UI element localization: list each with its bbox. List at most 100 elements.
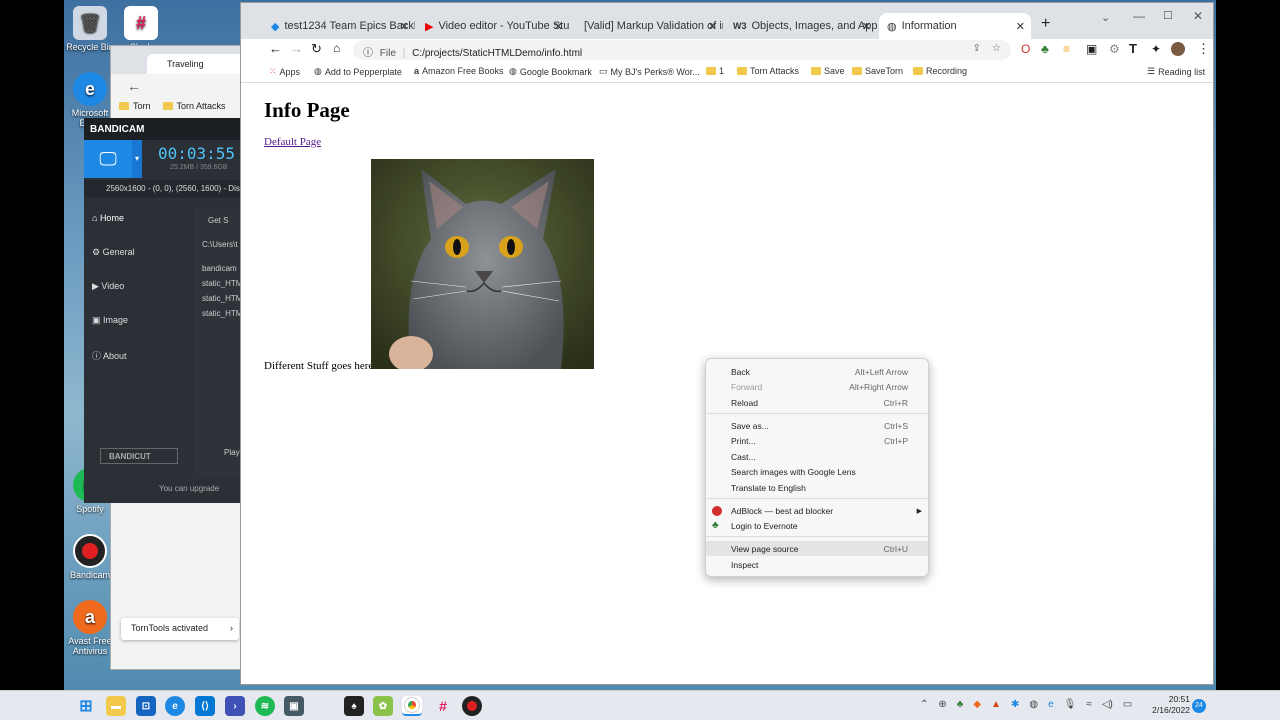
bandicut-button[interactable]: BANDICUT: [100, 448, 178, 464]
evernote-icon[interactable]: ♣: [1041, 42, 1049, 56]
home-icon[interactable]: ⌂: [333, 41, 340, 55]
reading-list-button[interactable]: ☰ Reading list: [1147, 66, 1205, 77]
menu-item-back[interactable]: Back Alt+Left Arrow: [706, 364, 928, 379]
bookmark-torn-attacks[interactable]: Torn Attacks: [177, 101, 226, 111]
menu-item-cast[interactable]: Cast...: [706, 449, 928, 464]
address-bar[interactable]: ⓘ File | C:/projects/StaticHTMLDemo/info…: [353, 40, 1011, 60]
screen-mode-button[interactable]: 🖵: [84, 140, 132, 178]
extension-icon[interactable]: ≡: [1063, 42, 1070, 56]
text-extension-icon[interactable]: T: [1129, 41, 1137, 56]
puzzle-icon[interactable]: ✦: [1151, 42, 1161, 56]
spotify-icon[interactable]: ≋: [255, 696, 275, 716]
edge-icon[interactable]: e: [165, 696, 185, 716]
file-item[interactable]: static_HTM: [202, 294, 242, 303]
tab-youtube-studio[interactable]: ▶Video editor - YouTube Studio✕: [417, 13, 569, 39]
start-icon[interactable]: ⊞: [76, 696, 96, 716]
close-icon[interactable]: ✕: [1016, 20, 1025, 33]
bookmark-apps[interactable]: ⁙ Apps: [269, 66, 300, 77]
menu-item-view-source[interactable]: View page source Ctrl+U: [706, 541, 928, 556]
star-icon[interactable]: ☆: [992, 43, 1001, 54]
menu-item-print[interactable]: Print... Ctrl+P: [706, 433, 928, 448]
bookmark-save[interactable]: Save: [811, 66, 845, 76]
close-icon[interactable]: ✕: [554, 20, 563, 33]
game-icon[interactable]: ✿: [373, 696, 393, 716]
minimize-button[interactable]: —: [1133, 9, 1145, 23]
file-explorer-icon[interactable]: ▬: [106, 696, 126, 716]
file-item[interactable]: static_HTM: [202, 309, 242, 318]
vscode-icon[interactable]: ⟨⟩: [195, 696, 215, 716]
chrome-icon[interactable]: [402, 696, 422, 716]
avast-tray-icon[interactable]: ◆: [973, 699, 981, 710]
camera-extension-icon[interactable]: ▣: [1086, 42, 1097, 56]
edge-tray-icon[interactable]: e: [1048, 699, 1054, 710]
kebab-menu-icon[interactable]: ⋮: [1197, 41, 1210, 57]
close-icon[interactable]: ✕: [400, 20, 409, 33]
nav-video[interactable]: ▶ Video: [92, 281, 124, 292]
tab-markup-validation[interactable]: [Valid] Markup Validation of in ✕: [571, 13, 723, 39]
tab-objects-images[interactable]: W3Objects, Images, and Applets i✕: [725, 13, 877, 39]
forward-arrow-icon[interactable]: →: [290, 41, 303, 56]
tab-information[interactable]: ◍ Information ✕: [879, 13, 1031, 39]
menu-item-adblock[interactable]: AdBlock — best ad blocker ▶: [706, 503, 928, 518]
bookmark-torn[interactable]: Torn: [133, 101, 151, 111]
file-item[interactable]: bandicam: [202, 264, 237, 273]
notification-badge[interactable]: 24: [1192, 699, 1206, 713]
chrome-tray-icon[interactable]: ◍: [1029, 699, 1038, 710]
solitaire-icon[interactable]: ♠: [344, 696, 364, 716]
new-tab-button[interactable]: +: [1041, 15, 1050, 33]
menu-item-evernote[interactable]: ♣ Login to Evernote: [706, 518, 928, 533]
nav-home[interactable]: ⌂ Home: [92, 213, 124, 223]
menu-item-google-lens[interactable]: Search images with Google Lens: [706, 464, 928, 479]
bookmark-torn-attacks[interactable]: Torn Attacks: [737, 66, 799, 76]
default-page-link[interactable]: Default Page: [264, 136, 321, 148]
tab-search-icon[interactable]: ⌄: [1101, 11, 1110, 24]
tray-app-icon[interactable]: ▲: [991, 699, 1001, 710]
opera-icon[interactable]: O: [1021, 42, 1030, 56]
menu-item-reload[interactable]: Reload Ctrl+R: [706, 395, 928, 410]
evernote-tray-icon[interactable]: ♣: [957, 699, 964, 710]
volume-icon[interactable]: ◁): [1102, 699, 1113, 710]
reload-icon[interactable]: ↻: [311, 41, 322, 57]
battery-icon[interactable]: ▭: [1123, 699, 1132, 710]
back-arrow-icon[interactable]: ←: [127, 78, 141, 94]
wifi-icon[interactable]: ≈: [1086, 699, 1092, 710]
back-arrow-icon[interactable]: ←: [269, 41, 282, 56]
photos-icon[interactable]: ▣: [284, 696, 304, 716]
bookmark-folder-1[interactable]: 1: [706, 66, 724, 76]
chevron-up-icon[interactable]: ⌃: [920, 699, 928, 710]
clock[interactable]: 20:51 2/16/2022: [1140, 694, 1190, 716]
nav-general[interactable]: ⚙ General: [92, 247, 135, 258]
tab-traveling[interactable]: Traveling: [147, 54, 243, 74]
bookmark-bjs-perks[interactable]: ▭ My BJ's Perks® Wor...: [599, 66, 700, 77]
microphone-icon[interactable]: 🎙: [1064, 699, 1077, 710]
bookmark-recording[interactable]: Recording: [913, 66, 967, 76]
maximize-button[interactable]: ☐: [1163, 9, 1173, 22]
bookmark-pepperplate[interactable]: ◍ Add to Pepperplate: [314, 66, 402, 77]
torntools-toast[interactable]: TornTools activated ›: [121, 618, 239, 640]
avatar[interactable]: [1171, 42, 1185, 56]
menu-item-save-as[interactable]: Save as... Ctrl+S: [706, 418, 928, 433]
bluetooth-icon[interactable]: ✱: [1011, 699, 1019, 710]
tab-team-epics[interactable]: ◆test1234 Team Epics Backlog -✕: [263, 13, 415, 39]
menu-item-translate[interactable]: Translate to English: [706, 480, 928, 495]
bookmark-amazon-free-books[interactable]: a Amazon Free Books: [414, 66, 504, 76]
chevron-down-icon[interactable]: ▾: [132, 140, 142, 178]
nav-about[interactable]: ⓘ About: [92, 349, 127, 362]
app-icon[interactable]: ⊡: [136, 696, 156, 716]
share-icon[interactable]: ⇪: [973, 43, 981, 54]
file-item[interactable]: static_HTM: [202, 279, 242, 288]
nav-image[interactable]: ▣ Image: [92, 315, 128, 326]
powershell-icon[interactable]: ›: [225, 696, 245, 716]
torntools-extension-icon[interactable]: ⚙: [1109, 42, 1120, 56]
close-window-button[interactable]: ✕: [1193, 9, 1203, 23]
bookmark-google[interactable]: ◍ Google Bookmark: [509, 66, 592, 77]
play-button[interactable]: Play: [224, 448, 240, 457]
network-share-icon[interactable]: ⊕: [938, 699, 946, 710]
slack-icon[interactable]: #: [433, 696, 453, 716]
menu-item-inspect[interactable]: Inspect: [706, 557, 928, 572]
bookmark-savetorn[interactable]: SaveTorn: [852, 66, 903, 76]
bandicam-record-icon[interactable]: [462, 696, 482, 716]
menu-item-forward[interactable]: Forward Alt+Right Arrow: [706, 379, 928, 394]
close-icon[interactable]: ✕: [708, 20, 717, 33]
close-icon[interactable]: ✕: [862, 20, 871, 33]
